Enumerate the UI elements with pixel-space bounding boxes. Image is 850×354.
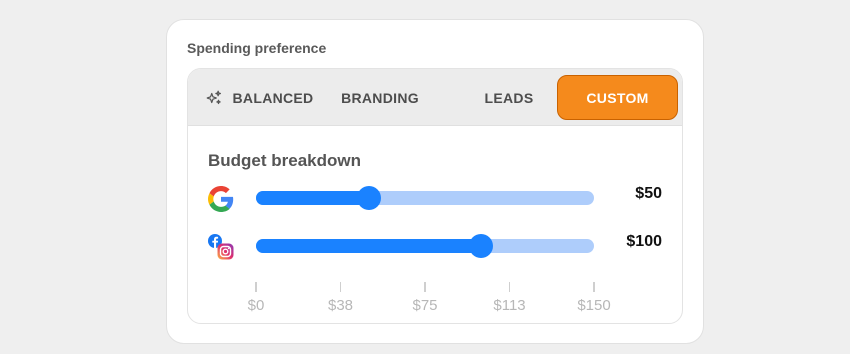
sparkle-icon xyxy=(206,90,221,104)
tick-label: $150 xyxy=(577,297,611,314)
tab-custom-label: CUSTOM xyxy=(586,89,649,106)
google-slider-fill xyxy=(256,191,369,205)
meta-slider-thumb[interactable] xyxy=(469,234,494,258)
tab-branding-label: BRANDING xyxy=(341,89,419,106)
tab-branding[interactable]: BRANDING xyxy=(330,75,430,120)
budget-panel: BALANCED BRANDING LEADS CUSTOM Budget br… xyxy=(187,68,683,324)
tick-mark xyxy=(593,282,595,292)
budget-breakdown-title: Budget breakdown xyxy=(208,151,362,170)
tab-leads-label: LEADS xyxy=(484,89,534,106)
google-budget-slider[interactable] xyxy=(256,186,594,210)
meta-budget-row: $100 xyxy=(188,229,682,265)
tick-mark xyxy=(255,282,257,292)
meta-budget-amount: $100 xyxy=(626,233,662,250)
tab-balanced-label: BALANCED xyxy=(232,89,314,106)
tick-mark xyxy=(424,282,426,292)
preset-tabs: BALANCED BRANDING LEADS CUSTOM xyxy=(188,69,682,126)
google-budget-row: $50 xyxy=(188,181,682,217)
meta-budget-slider[interactable] xyxy=(256,234,594,258)
google-budget-amount: $50 xyxy=(635,185,662,202)
tick-label: $0 xyxy=(247,297,265,314)
tab-balanced[interactable]: BALANCED xyxy=(200,75,318,120)
tick-label: $75 xyxy=(412,297,438,314)
card-title: Spending preference xyxy=(187,40,327,56)
facebook-instagram-icon xyxy=(208,234,234,260)
tick-mark xyxy=(339,282,342,292)
tick-label: $113 xyxy=(493,297,526,314)
tab-leads[interactable]: LEADS xyxy=(468,75,550,120)
tick-mark xyxy=(508,282,511,292)
slider-scale-labels: $0 $38 $75 $113 $150 xyxy=(248,297,611,317)
google-icon xyxy=(208,186,234,212)
tab-custom[interactable]: CUSTOM xyxy=(557,75,678,120)
meta-slider-fill xyxy=(256,239,482,253)
spending-preference-card: Spending preference BALANCED BRANDING LE… xyxy=(166,19,704,344)
slider-ticks xyxy=(255,282,595,292)
google-slider-thumb[interactable] xyxy=(356,186,381,210)
tick-label: $38 xyxy=(327,297,354,314)
